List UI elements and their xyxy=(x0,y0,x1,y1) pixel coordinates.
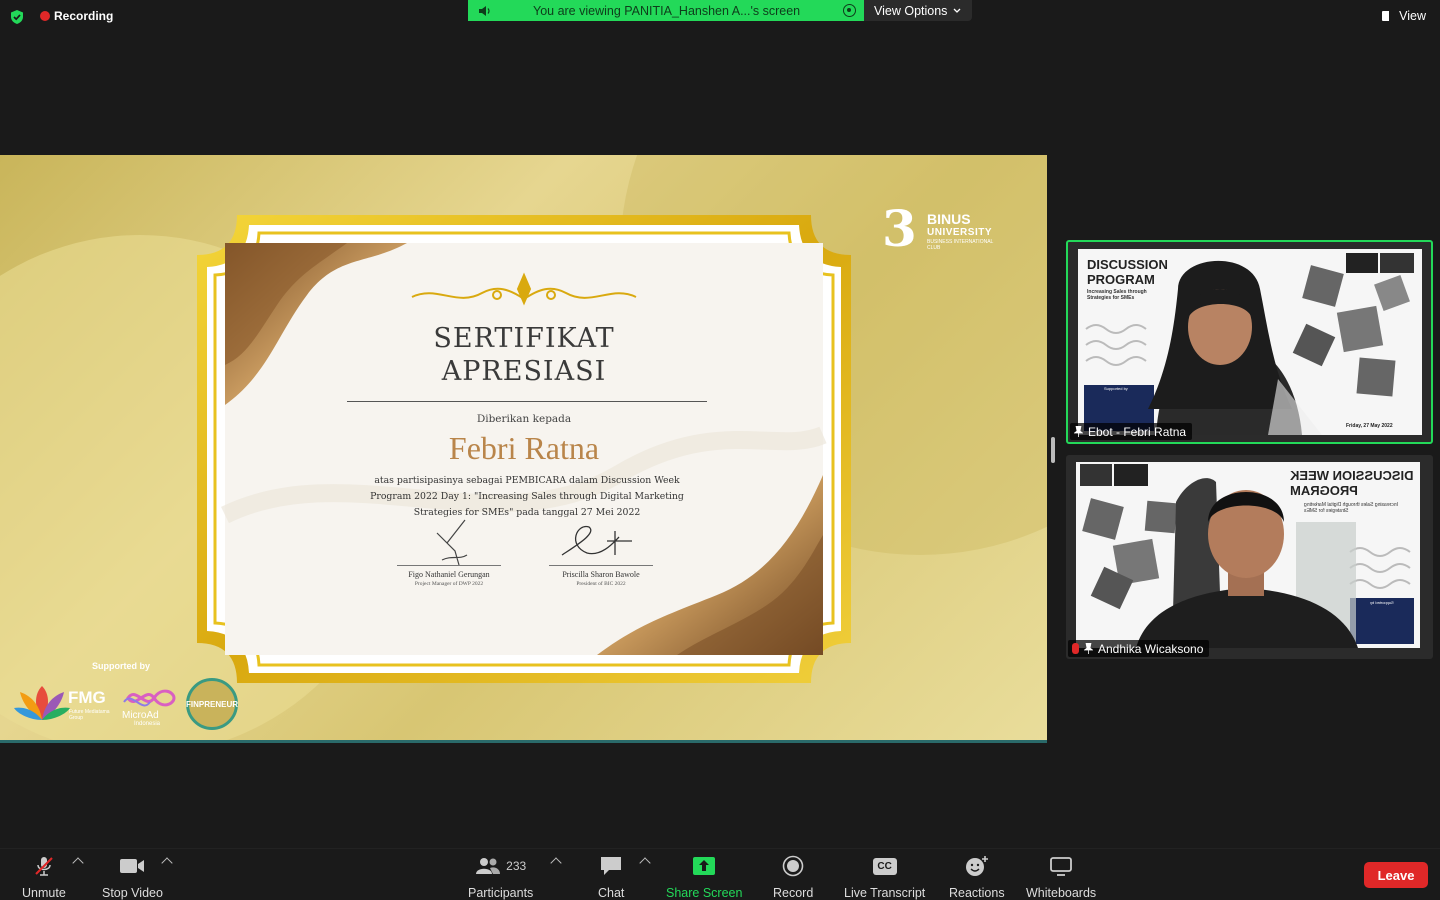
video-camera-icon xyxy=(120,859,145,873)
participants-options-chevron-icon[interactable] xyxy=(550,857,562,869)
share-banner-text: You are viewing PANITIA_Hanshen A...'s s… xyxy=(533,3,801,18)
unmute-label: Unmute xyxy=(22,886,66,900)
chat-label: Chat xyxy=(598,886,625,900)
participants-icon xyxy=(476,858,501,874)
certificate-title-line2: APRESIASI xyxy=(441,356,607,387)
record-icon xyxy=(782,855,804,877)
meeting-toolbar: Unmute Stop Video 233 Participants Chat … xyxy=(0,848,1440,900)
binus-logo-line2: UNIVERSITY xyxy=(927,227,993,238)
whiteboard-icon xyxy=(1050,857,1072,876)
encryption-shield-icon[interactable] xyxy=(9,9,25,25)
signature-line xyxy=(397,565,501,566)
participants-button[interactable]: 233 Participants xyxy=(468,855,533,900)
supported-by-label: Supported by xyxy=(92,661,150,671)
live-transcript-button[interactable]: CC Live Transcript xyxy=(844,855,925,900)
slide-subtitle: Increasing Sales through Strategies for … xyxy=(1087,289,1147,301)
slide-supported-mirrored: Supported by xyxy=(1370,600,1394,605)
signer2-role: President of BIC 2022 xyxy=(576,581,626,587)
share-screen-label: Share Screen xyxy=(666,886,743,900)
participant-name-tag: Ebot - Febri Ratna xyxy=(1070,423,1193,440)
slide-title-line2: PROGRAM xyxy=(1290,483,1359,498)
pin-icon xyxy=(1074,426,1083,437)
binus-logo: 3 BINUS UNIVERSITY BUSINESS INTERNATIONA… xyxy=(882,201,1002,261)
record-label: Record xyxy=(773,886,814,900)
signer1-role: Project Manager of DWP 2022 xyxy=(414,581,484,587)
microad-logo-sub: Indonesia xyxy=(134,721,161,727)
slide-subtitle-mirrored: Increasing Sales through Digital Marketi… xyxy=(1304,502,1398,514)
virtual-background: DISCUSSION WEEK PROGRAM Increasing Sales… xyxy=(1076,462,1420,648)
slide-date: Friday, 27 May 2022 xyxy=(1346,423,1393,429)
slide-supported: Supported by xyxy=(1104,386,1128,391)
sponsor-logos: FMG Future Mediatama Group MicroAd Indon… xyxy=(14,678,244,738)
share-status-icon[interactable] xyxy=(843,4,856,17)
fmg-logo-text: FMG xyxy=(68,688,106,707)
fmg-lotus-logo xyxy=(14,686,70,720)
closed-caption-icon: CC xyxy=(872,857,897,875)
speaker-icon[interactable] xyxy=(478,5,492,17)
participants-count: 233 xyxy=(506,859,527,873)
slide-title-line1: DISCUSSION WEEK xyxy=(1290,468,1414,483)
screen-bottom-edge xyxy=(0,740,1047,743)
muted-mic-icon xyxy=(1072,643,1079,654)
slide-title-mirrored: DISCUSSION WEEK PROGRAM xyxy=(1290,468,1414,498)
signer2-name: Priscilla Sharon Bawole xyxy=(562,570,640,579)
share-screen-button[interactable]: Share Screen xyxy=(666,855,742,900)
participants-label: Participants xyxy=(468,886,534,900)
binus-logo-mark: 3 xyxy=(882,199,917,258)
screen-share-banner: You are viewing PANITIA_Hanshen A...'s s… xyxy=(468,0,864,21)
chat-options-chevron-icon[interactable] xyxy=(639,857,651,869)
fmg-logo-sub: Future Mediatama Group xyxy=(69,709,110,721)
chevron-down-icon xyxy=(953,8,961,13)
recording-indicator[interactable]: Recording xyxy=(40,9,113,23)
divider xyxy=(347,401,707,402)
recording-dot-icon xyxy=(40,11,50,21)
participant-video-febri[interactable]: DISCUSSION PROGRAM Increasing Sales thro… xyxy=(1066,240,1433,444)
signature-line xyxy=(549,565,653,566)
certificate-title-line1: SERTIFIKAT xyxy=(433,323,615,354)
live-transcript-label: Live Transcript xyxy=(844,886,926,900)
panel-resize-handle[interactable] xyxy=(1051,437,1055,463)
participant-name-tag: Andhika Wicaksono xyxy=(1068,640,1210,657)
video-options-chevron-icon[interactable] xyxy=(161,857,173,869)
view-options-label: View Options xyxy=(874,3,948,18)
view-options-button[interactable]: View Options xyxy=(864,0,972,21)
chat-button[interactable]: Chat xyxy=(598,855,624,900)
record-button[interactable]: Record xyxy=(773,855,813,900)
audio-options-chevron-icon[interactable] xyxy=(72,857,84,869)
participant-name: Andhika Wicaksono xyxy=(1098,641,1204,656)
shared-screen[interactable]: 3 BINUS UNIVERSITY BUSINESS INTERNATIONA… xyxy=(0,155,1047,743)
finpreneur-logo: FINPRENEUR xyxy=(186,678,238,730)
view-layout-icon xyxy=(1382,11,1394,21)
recording-label: Recording xyxy=(54,9,114,23)
slide-title: DISCUSSION PROGRAM xyxy=(1087,257,1168,287)
whiteboards-label: Whiteboards xyxy=(1026,886,1097,900)
reactions-smiley-icon xyxy=(965,856,988,876)
leave-button[interactable]: Leave xyxy=(1364,862,1428,888)
certificate-body: atas partisipasinya sebagai PEMBICARA da… xyxy=(370,475,684,518)
signer1-name: Figo Nathaniel Gerungan xyxy=(408,570,490,579)
unmute-button[interactable]: Unmute xyxy=(22,855,66,900)
view-button[interactable]: View xyxy=(1382,9,1426,23)
binus-logo-line3: BUSINESS INTERNATIONAL CLUB xyxy=(927,239,994,251)
certificate: SERTIFIKAT APRESIASI Diberikan kepada Fe… xyxy=(197,215,851,683)
certificate-given-to: Diberikan kepada xyxy=(476,413,572,425)
muted-microphone-icon xyxy=(35,857,53,876)
signature-block-2: Priscilla Sharon Bawole President of BIC… xyxy=(549,565,653,587)
binus-logo-line1: BINUS xyxy=(927,211,971,227)
whiteboards-button[interactable]: Whiteboards xyxy=(1026,855,1096,900)
participant-name: Ebot - Febri Ratna xyxy=(1088,424,1187,439)
view-label: View xyxy=(1399,9,1426,23)
virtual-background: DISCUSSION PROGRAM Increasing Sales thro… xyxy=(1078,249,1422,435)
signature-block-1: Figo Nathaniel Gerungan Project Manager … xyxy=(397,565,501,587)
chat-bubble-icon xyxy=(601,857,622,875)
reactions-label: Reactions xyxy=(949,886,1005,900)
share-screen-icon xyxy=(693,857,716,875)
microad-logo-text: MicroAd xyxy=(122,710,159,721)
reactions-button[interactable]: Reactions xyxy=(949,855,1005,900)
participant-video-andhika[interactable]: DISCUSSION WEEK PROGRAM Increasing Sales… xyxy=(1066,455,1433,659)
stop-video-button[interactable]: Stop Video xyxy=(102,855,163,900)
certificate-recipient: Febri Ratna xyxy=(448,430,600,466)
pin-icon xyxy=(1084,643,1093,654)
stop-video-label: Stop Video xyxy=(102,886,163,900)
